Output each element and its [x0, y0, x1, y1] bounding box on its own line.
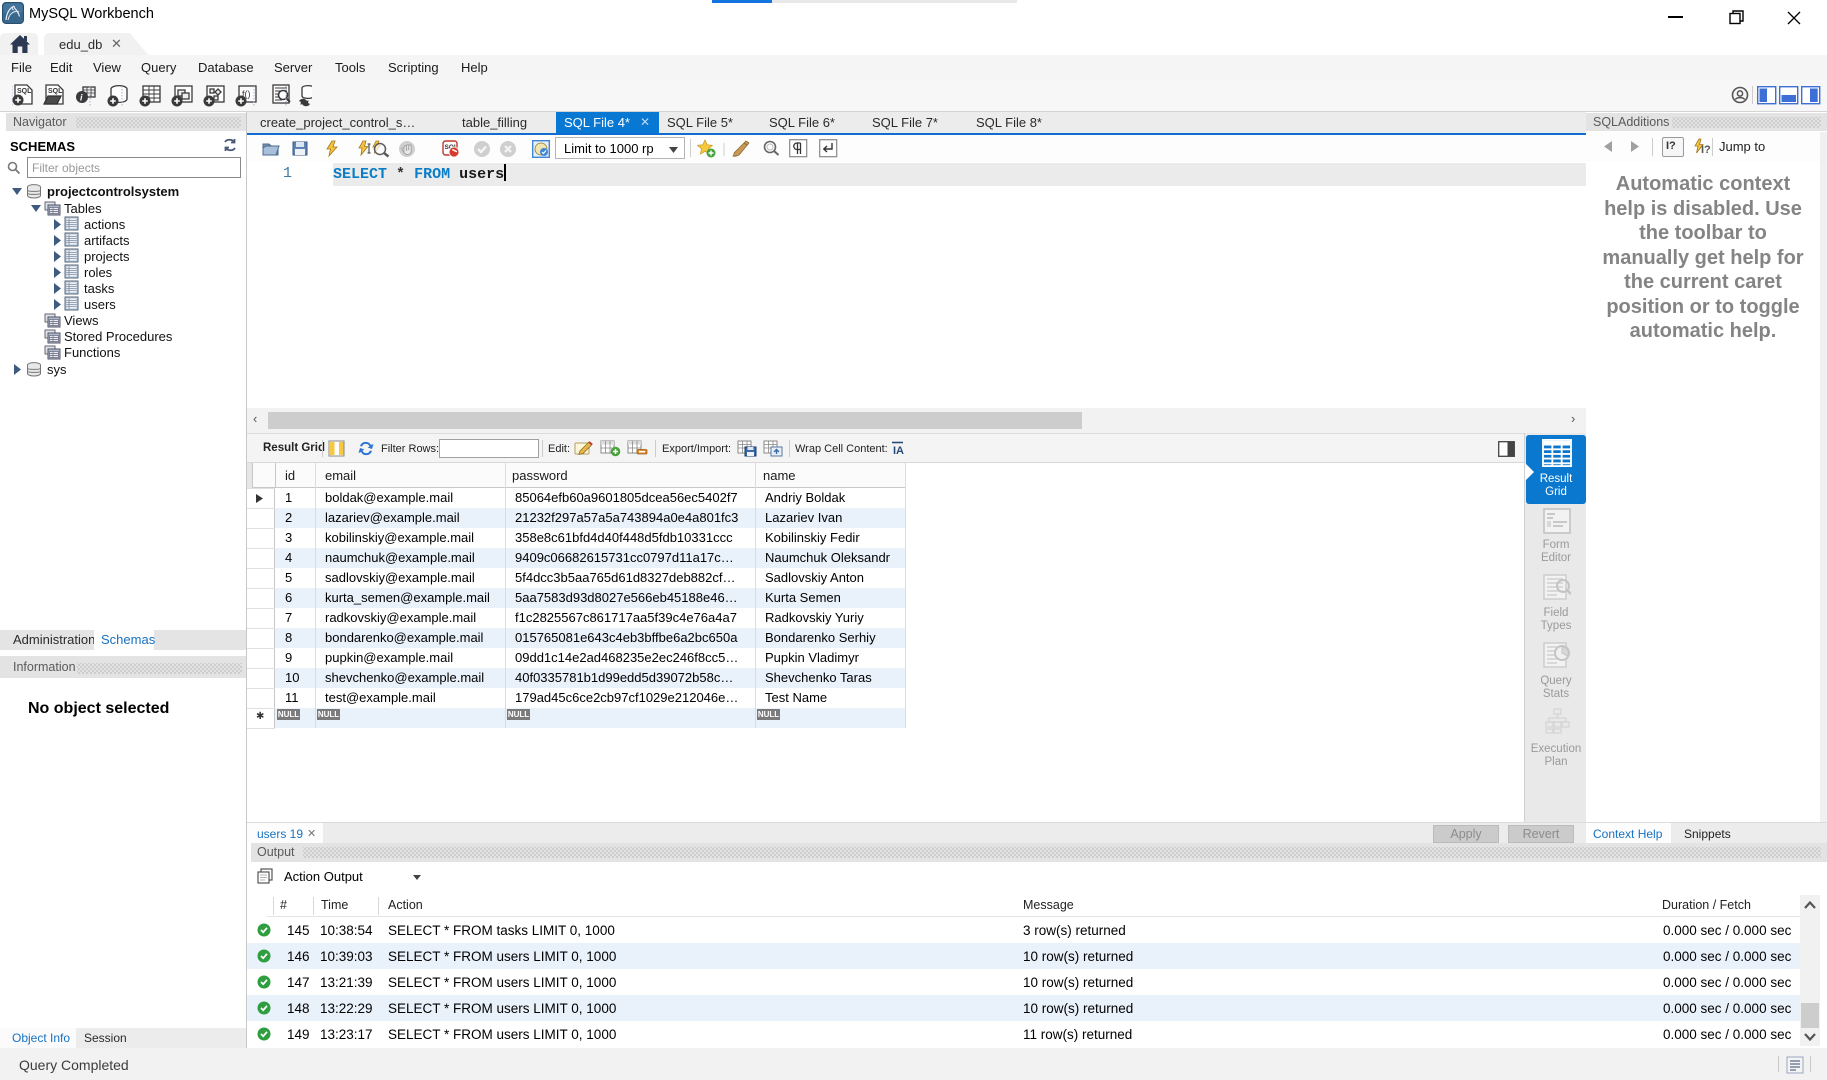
svg-text:I?: I?: [1701, 144, 1711, 156]
svg-text:SQL: SQL: [48, 88, 63, 95]
svg-text:IA: IA: [893, 445, 904, 456]
svg-text:SQL: SQL: [17, 88, 32, 95]
